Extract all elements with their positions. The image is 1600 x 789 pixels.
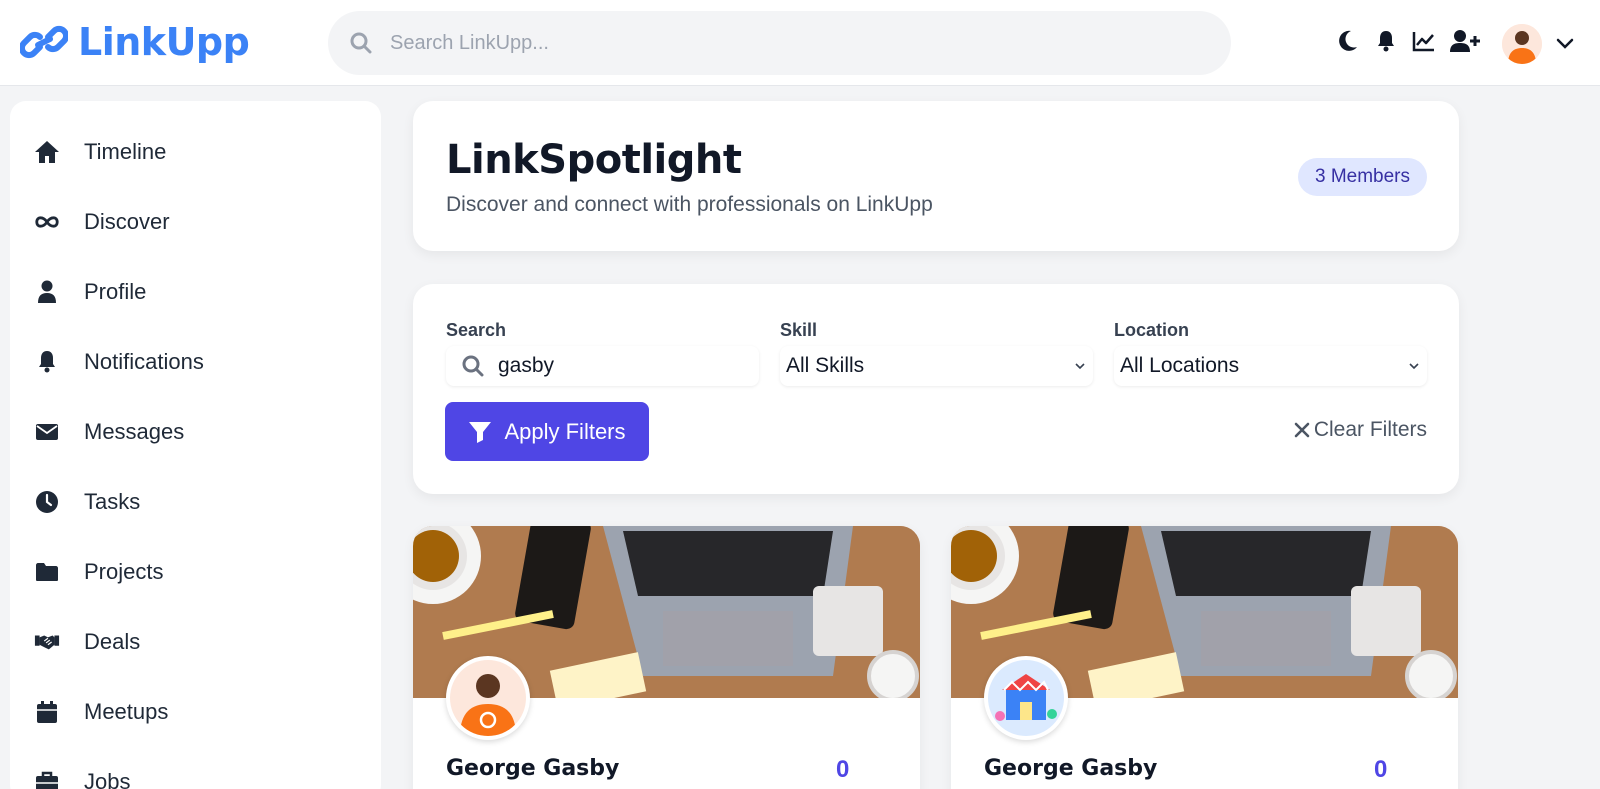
clear-filters-label: Clear Filters: [1313, 418, 1427, 441]
search-icon: [462, 355, 484, 377]
filter-icon: [469, 421, 492, 443]
sidebar-item-label: Projects: [84, 559, 164, 584]
sidebar-item-label: Meetups: [84, 699, 169, 724]
user-menu[interactable]: [1502, 24, 1574, 64]
home-icon: [34, 139, 60, 165]
avatar: [446, 656, 530, 740]
sidebar-item-projects[interactable]: Projects: [10, 537, 381, 607]
skill-select[interactable]: All Skills: [780, 346, 1093, 386]
sidebar-item-label: Deals: [84, 629, 141, 654]
bell-icon: [34, 349, 60, 375]
apply-filters-label: Apply Filters: [504, 418, 626, 444]
sidebar-item-jobs[interactable]: Jobs: [10, 747, 381, 789]
calendar-icon: [34, 699, 60, 725]
global-search[interactable]: [328, 11, 1231, 75]
skill-select-value: All Skills: [786, 354, 865, 377]
user-plus-icon[interactable]: [1450, 28, 1480, 54]
chevron-down-icon: [1075, 362, 1085, 369]
spotlight-header: LinkSpotlight Discover and connect with …: [413, 101, 1459, 251]
sidebar-item-label: Profile: [84, 279, 147, 304]
location-select-value: All Locations: [1120, 354, 1240, 377]
sidebar-item-label: Messages: [84, 419, 185, 444]
sidebar: Timeline Discover Profile Notifications …: [10, 101, 381, 789]
location-label: Location: [1114, 320, 1189, 340]
apply-filters-button[interactable]: Apply Filters: [445, 402, 649, 461]
sidebar-item-timeline[interactable]: Timeline: [10, 117, 381, 187]
global-search-input[interactable]: [390, 31, 1170, 55]
sidebar-item-label: Notifications: [84, 349, 204, 374]
filters-panel: Search Skill Location All Skills All Loc…: [413, 284, 1459, 494]
sidebar-item-profile[interactable]: Profile: [10, 257, 381, 327]
folder-icon: [34, 559, 60, 585]
user-icon: [34, 279, 60, 305]
member-count: 0: [836, 756, 850, 783]
link-icon: [20, 25, 68, 59]
envelope-icon: [34, 419, 60, 445]
member-card[interactable]: George Gasby 0: [413, 526, 920, 789]
sidebar-item-deals[interactable]: Deals: [10, 607, 381, 677]
sidebar-item-meetups[interactable]: Meetups: [10, 677, 381, 747]
sidebar-item-messages[interactable]: Messages: [10, 397, 381, 467]
chevron-down-icon[interactable]: [1556, 38, 1574, 50]
member-card[interactable]: George Gasby 0: [951, 526, 1458, 789]
clock-icon: [34, 489, 60, 515]
sidebar-item-label: Tasks: [84, 489, 141, 514]
chart-line-icon[interactable]: [1412, 28, 1436, 54]
bell-icon[interactable]: [1374, 28, 1398, 54]
brand-name: LinkUpp: [78, 20, 250, 64]
moon-icon[interactable]: [1336, 28, 1360, 54]
sidebar-item-label: Jobs: [84, 769, 131, 789]
member-count: 0: [1374, 756, 1388, 783]
sidebar-item-notifications[interactable]: Notifications: [10, 327, 381, 397]
member-name: George Gasby: [984, 756, 1158, 781]
handshake-icon: [34, 629, 60, 655]
page-title: LinkSpotlight: [446, 137, 742, 183]
location-select[interactable]: All Locations: [1114, 346, 1427, 386]
avatar: [1502, 24, 1542, 64]
chevron-down-icon: [1409, 362, 1419, 369]
brand-logo[interactable]: LinkUpp: [20, 20, 250, 64]
page-subtitle: Discover and connect with professionals …: [446, 193, 933, 216]
member-search-input[interactable]: [498, 354, 738, 378]
clear-filters-button[interactable]: Clear Filters: [1294, 418, 1427, 442]
briefcase-icon: [34, 769, 60, 789]
search-icon: [350, 32, 372, 54]
sidebar-item-discover[interactable]: Discover: [10, 187, 381, 257]
sidebar-item-label: Timeline: [84, 139, 167, 164]
infinity-icon: [34, 209, 60, 235]
header-actions: [1336, 28, 1480, 54]
close-icon: [1294, 422, 1310, 438]
member-name: George Gasby: [446, 756, 620, 781]
search-label: Search: [446, 320, 507, 340]
members-count-badge: 3 Members: [1297, 158, 1427, 196]
member-search-field[interactable]: [446, 346, 759, 386]
sidebar-item-label: Discover: [84, 209, 170, 234]
skill-label: Skill: [780, 320, 818, 340]
top-header: LinkUpp: [0, 0, 1600, 86]
sidebar-item-tasks[interactable]: Tasks: [10, 467, 381, 537]
avatar: [984, 656, 1068, 740]
